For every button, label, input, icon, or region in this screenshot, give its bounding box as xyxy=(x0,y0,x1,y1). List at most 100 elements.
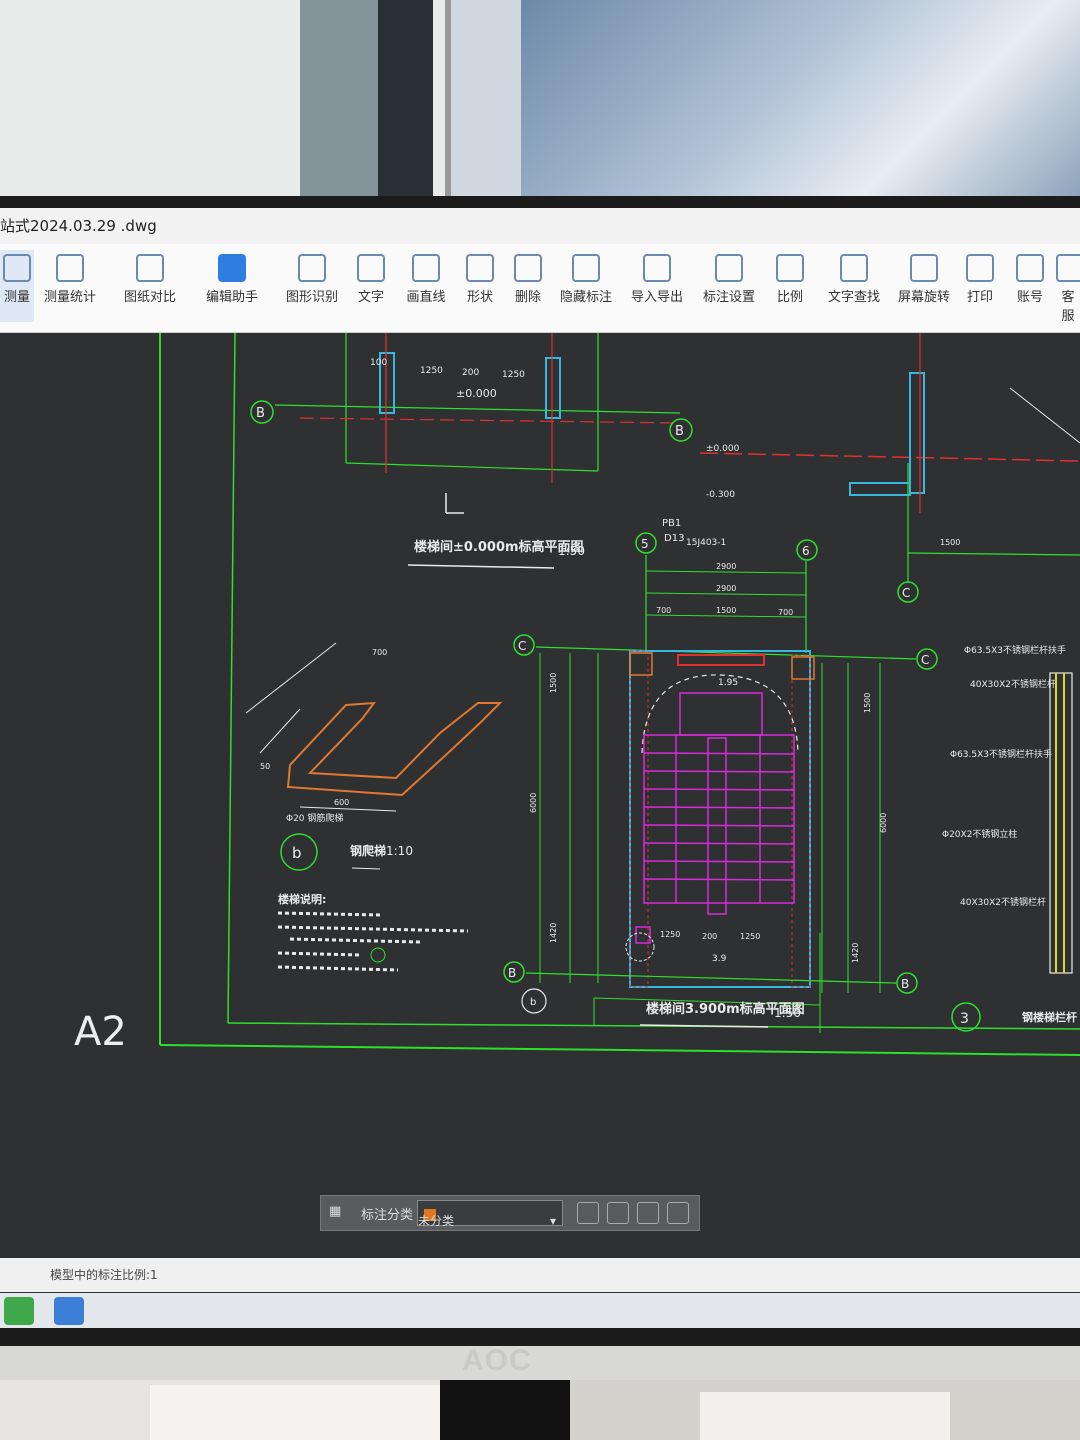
dim-200-a: 200 xyxy=(462,368,479,378)
tool-scale[interactable]: 比例 xyxy=(770,250,810,322)
tool-support[interactable]: 客服 xyxy=(1056,250,1080,322)
window-title: 站式2024.03.29 .dwg xyxy=(0,208,1080,244)
axis-6: 6 xyxy=(802,544,810,558)
detail-b-title: 钢爬梯 xyxy=(350,843,386,858)
axis-c-left: C xyxy=(518,639,526,653)
dim-70-a: 700 xyxy=(372,648,387,657)
tool-account[interactable]: 账号 xyxy=(1012,250,1048,322)
tool-hide-annotation[interactable]: 隐藏标注 xyxy=(556,250,616,322)
tool-shape-recognize[interactable]: 图形识别 xyxy=(282,250,342,322)
level-0-label: ±0.000 xyxy=(456,387,497,400)
tool-label: 文字 xyxy=(357,290,384,305)
dim-6000-left: 6000 xyxy=(529,793,538,813)
axis-c-right: C xyxy=(921,653,929,667)
rail-note-3: Φ20X2不锈钢立柱 xyxy=(942,828,1017,840)
drawing-canvas[interactable]: A2 ±0.000 1250 1250 200 100 B B 楼梯间±0.00… xyxy=(0,332,1080,1253)
tool-label: 标注设置 xyxy=(702,290,755,305)
dim-1250-a: 1250 xyxy=(420,366,443,376)
eraser-icon xyxy=(514,254,542,282)
tool-label: 客服 xyxy=(1061,290,1075,322)
dim-1250-b: 1250 xyxy=(502,370,525,380)
level-neg-label: -0.300 xyxy=(706,490,735,500)
copy-button[interactable] xyxy=(637,1202,659,1224)
tool-delete[interactable]: 删除 xyxy=(508,250,548,322)
tool-shape[interactable]: 形状 xyxy=(460,250,500,322)
user-icon xyxy=(1016,254,1044,282)
pb-tag: PB1 xyxy=(662,518,681,529)
tool-edit-assist[interactable]: 编辑助手 xyxy=(200,250,264,322)
tool-text-find[interactable]: 文字查找 xyxy=(824,250,884,322)
tool-measure-stats[interactable]: 测量统计 xyxy=(38,250,102,322)
edit-icon xyxy=(218,254,246,282)
plan2-scale: 1:50 xyxy=(774,1006,801,1020)
sheet-label: A2 xyxy=(74,1009,127,1055)
dim-1420-left: 1420 xyxy=(549,923,558,943)
tool-label: 文字查找 xyxy=(827,290,880,305)
axis-b-lower-right: B xyxy=(901,977,909,991)
tool-label: 导入导出 xyxy=(630,290,683,305)
ribbon-toolbar: 测量 测量统计 图纸对比 编辑助手 图形识别 文字 画直线 形状 删除 隐藏标注… xyxy=(0,244,1080,333)
tool-text[interactable]: 文字 xyxy=(352,250,390,322)
axis-b-left: B xyxy=(256,406,265,421)
monitor-stand xyxy=(440,1380,570,1440)
status-bar: 模型中的标注比例:1 xyxy=(0,1258,1080,1292)
plan1-scale: 1:50 xyxy=(558,544,585,558)
dim-50: 50 xyxy=(260,762,270,771)
export-icon xyxy=(643,254,671,282)
dim-2900-a: 2900 xyxy=(716,562,736,571)
stats-icon xyxy=(56,254,84,282)
tool-annotation-settings[interactable]: 标注设置 xyxy=(698,250,760,322)
dim-1250-d: 1250 xyxy=(740,932,760,941)
background-banner xyxy=(378,0,433,215)
dim-700-a: 700 xyxy=(656,606,671,615)
chevron-down-icon: ▾ xyxy=(549,1214,556,1228)
notes-title: 楼梯说明: xyxy=(278,892,326,906)
detail-b-scale: 1:10 xyxy=(386,844,413,858)
rail-note-2b: 40X30X2不锈钢栏杆 xyxy=(960,896,1046,908)
dim-level-195: 1.95 xyxy=(718,678,738,688)
dim-1250-c: 1250 xyxy=(660,930,680,939)
dim-level-39: 3.9 xyxy=(712,954,727,964)
cad-drawing: A2 ±0.000 1250 1250 200 100 B B 楼梯间±0.00… xyxy=(74,332,1080,1056)
axis-b-ref: b xyxy=(530,997,536,1008)
tool-screen-rotate[interactable]: 屏幕旋转 xyxy=(894,250,954,322)
dim-1500-tr: 1500 xyxy=(940,538,960,547)
ref-spec: 15J403-1 xyxy=(686,538,726,548)
tool-label: 屏幕旋转 xyxy=(897,290,950,305)
axis-5: 5 xyxy=(641,537,649,551)
app-taskbar-icon[interactable] xyxy=(54,1297,84,1325)
axis-c-top-right: C xyxy=(902,586,910,600)
tool-compare[interactable]: 图纸对比 xyxy=(118,250,182,322)
dim-600: 600 xyxy=(334,798,349,807)
dim-6000-right: 6000 xyxy=(879,813,888,833)
tool-print[interactable]: 打印 xyxy=(962,250,998,322)
shape-icon xyxy=(466,254,494,282)
rail-note-2a: 40X30X2不锈钢栏杆 xyxy=(970,678,1056,690)
tool-label: 比例 xyxy=(776,290,803,305)
tool-line[interactable]: 画直线 xyxy=(400,250,452,322)
wechat-taskbar-icon[interactable] xyxy=(4,1297,34,1325)
tool-label: 账号 xyxy=(1016,290,1043,305)
detail-3-marker: 3 xyxy=(960,1011,969,1027)
move-button[interactable] xyxy=(607,1202,629,1224)
edit-annotation-button[interactable] xyxy=(577,1202,599,1224)
status-text: 模型中的标注比例:1 xyxy=(50,1268,158,1282)
axis-b-lower-left: B xyxy=(508,966,516,980)
level-0-right: ±0.000 xyxy=(706,444,740,454)
category-dropdown[interactable]: 未分类 ▾ xyxy=(417,1200,563,1228)
rail-note-1: Φ63.5X3不锈钢栏杆扶手 xyxy=(964,644,1066,656)
detail-b-rebar: Φ20 钢筋爬梯 xyxy=(286,812,343,824)
tool-measure[interactable]: 测量 xyxy=(0,250,34,322)
ruler-icon xyxy=(3,254,31,282)
recognize-icon xyxy=(298,254,326,282)
monitor-screen: 站式2024.03.29 .dwg 测量 测量统计 图纸对比 编辑助手 图形识别… xyxy=(0,208,1080,1328)
side-label: 钢楼梯栏杆 xyxy=(1022,1010,1077,1024)
text-icon xyxy=(357,254,385,282)
dim-100-a: 100 xyxy=(370,358,387,368)
scale-icon xyxy=(776,254,804,282)
dim-1500-left: 1500 xyxy=(549,673,558,693)
paste-button[interactable] xyxy=(667,1202,689,1224)
tool-label: 画直线 xyxy=(406,290,446,305)
tool-import-export[interactable]: 导入导出 xyxy=(626,250,688,322)
grid-icon[interactable]: ▦ xyxy=(329,1204,341,1219)
